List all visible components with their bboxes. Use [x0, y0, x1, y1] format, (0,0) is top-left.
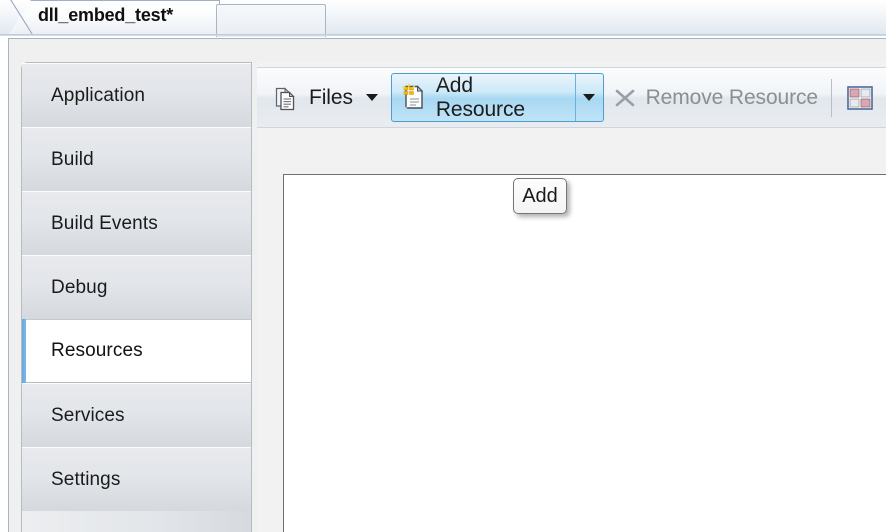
resources-toolbar: Files Add Resource Remove Resource — [257, 67, 886, 128]
document-tab-active[interactable]: dll_embed_test* — [8, 0, 220, 36]
views-grid-icon — [845, 83, 875, 113]
sidebar-item-label: Services — [51, 404, 125, 426]
tab-slant-edge — [8, 0, 34, 36]
sidebar-item-services[interactable]: Services — [22, 383, 251, 447]
app-screenshot: dll_embed_test* Application Build Build … — [0, 0, 886, 532]
add-resource-split-button[interactable]: Add Resource — [390, 73, 604, 122]
sidebar-item-build-events[interactable]: Build Events — [22, 191, 251, 255]
resources-panel: Files Add Resource Remove Resource — [257, 62, 886, 532]
chevron-down-icon[interactable] — [365, 94, 378, 101]
toolbar-divider — [831, 78, 832, 117]
resource-list-surface[interactable] — [283, 174, 886, 532]
document-tab-strip: dll_embed_test* — [0, 0, 886, 37]
properties-sidebar-list: Application Build Build Events Debug Res… — [22, 63, 251, 532]
add-resource-dropdown-arrow[interactable] — [576, 74, 603, 121]
documents-stack-icon — [272, 83, 302, 113]
tooltip: Add — [513, 178, 567, 214]
sidebar-item-build[interactable]: Build — [22, 127, 251, 191]
properties-sidebar: Application Build Build Events Debug Res… — [21, 62, 252, 532]
sidebar-item-debug[interactable]: Debug — [22, 255, 251, 319]
sidebar-item-label: Build — [51, 148, 94, 170]
files-label: Files — [309, 85, 353, 109]
remove-resource-button[interactable]: Remove Resource — [607, 73, 822, 123]
add-resource-button[interactable]: Add Resource — [392, 74, 575, 121]
chevron-down-icon — [583, 94, 596, 101]
files-dropdown-button[interactable]: Files — [268, 73, 386, 123]
x-cross-icon — [611, 84, 639, 112]
sidebar-item-label: Resources — [51, 340, 143, 361]
sidebar-item-application[interactable]: Application — [22, 63, 251, 127]
sidebar-item-settings[interactable]: Settings — [22, 447, 251, 511]
sidebar-item-label: Build Events — [51, 212, 158, 234]
tooltip-text: Add — [522, 185, 558, 207]
sidebar-item-label: Debug — [51, 276, 108, 298]
selection-accent-bar — [22, 319, 26, 383]
tab-strip-underline — [0, 34, 886, 36]
remove-resource-label: Remove Resource — [645, 85, 819, 109]
new-document-sparkle-icon — [399, 82, 429, 114]
sidebar-item-label: Settings — [51, 468, 121, 490]
sidebar-item-label: Application — [51, 84, 146, 106]
add-resource-label: Add Resource — [435, 73, 525, 121]
sidebar-item-resources[interactable]: Resources — [22, 319, 251, 383]
views-button[interactable] — [841, 73, 886, 123]
document-tab-inactive[interactable] — [216, 4, 326, 37]
document-tab-label: dll_embed_test* — [38, 5, 174, 25]
